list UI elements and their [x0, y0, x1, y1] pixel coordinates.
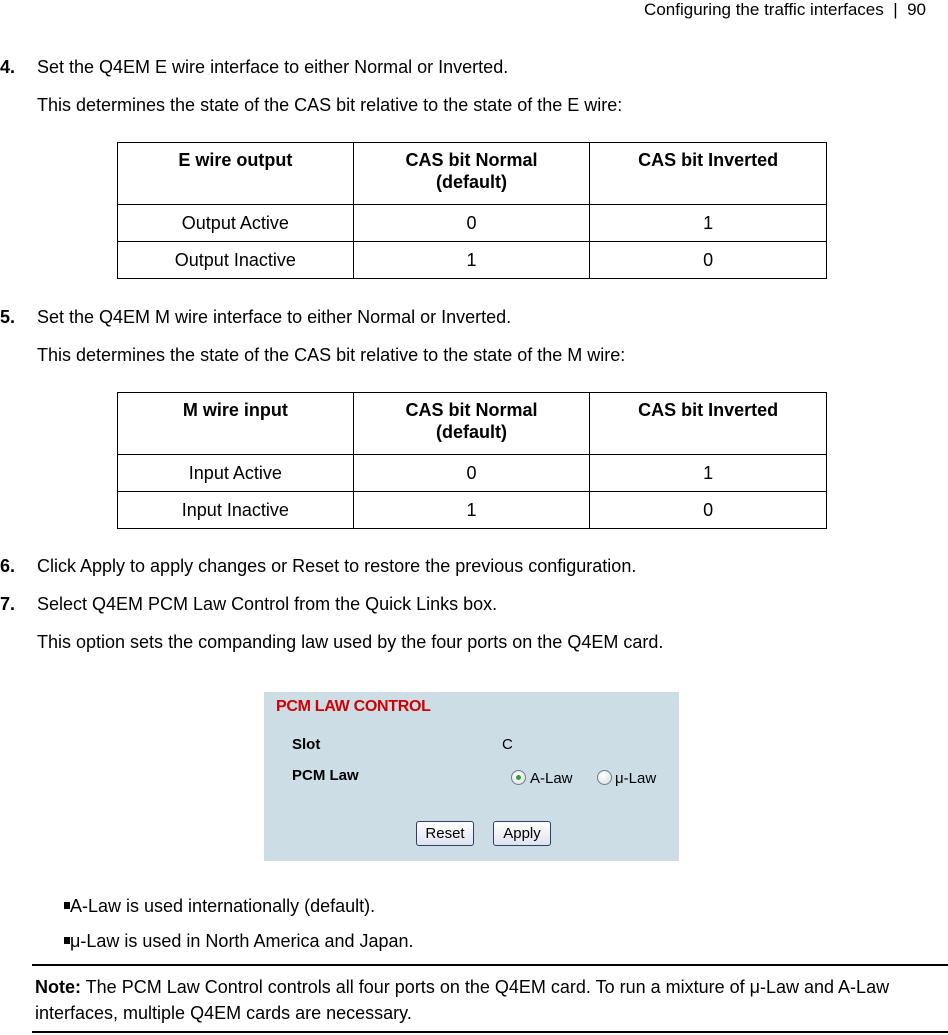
slot-label: Slot: [292, 736, 321, 753]
table-row: Output Active 0 1: [117, 204, 827, 242]
table-header-row: E wire output CAS bit Normal (default) CA…: [117, 142, 827, 205]
a-law-label[interactable]: A-Law: [530, 770, 573, 787]
column-header: E wire output: [117, 142, 354, 205]
m-wire-table: M wire input CAS bit Normal (default) CAS…: [117, 392, 827, 529]
pcm-law-label: PCM Law: [292, 767, 359, 784]
step-number: 4.: [0, 57, 16, 77]
step-subtext: This option sets the companding law used…: [37, 632, 664, 652]
column-header: CAS bit Inverted: [589, 392, 827, 455]
step-subtext: This determines the state of the CAS bit…: [37, 345, 626, 365]
table-row: Input Active 0 1: [117, 454, 827, 492]
apply-button[interactable]: Apply: [493, 821, 551, 846]
slot-value: C: [502, 736, 513, 753]
step-number: 7.: [0, 594, 16, 614]
bullet-text: A-Law is used internationally (default).: [70, 896, 376, 916]
mu-law-radio[interactable]: [597, 770, 612, 785]
table-row: Input Inactive 1 0: [117, 491, 827, 529]
column-header: M wire input: [117, 392, 354, 455]
table-cell: Input Inactive: [117, 491, 354, 529]
step-text: Set the Q4EM M wire interface to either …: [37, 307, 512, 327]
note-block: Note: The PCM Law Control controls all f…: [35, 974, 935, 1026]
e-wire-table: E wire output CAS bit Normal (default) CA…: [117, 142, 827, 279]
table-cell: 0: [352, 454, 591, 492]
table-cell: Input Active: [117, 454, 354, 492]
note-label: Note:: [35, 977, 81, 997]
note-top-rule: [32, 964, 948, 966]
table-cell: 0: [352, 204, 591, 242]
step-number: 6.: [0, 556, 16, 576]
table-cell: 1: [589, 454, 827, 492]
table-cell: 0: [589, 241, 827, 279]
bullet-text: μ-Law is used in North America and Japan…: [70, 931, 414, 951]
step-subtext: This determines the state of the CAS bit…: [37, 95, 623, 115]
table-cell: Output Active: [117, 204, 354, 242]
table-row: Output Inactive 1 0: [117, 241, 827, 279]
mu-law-label[interactable]: μ-Law: [615, 770, 656, 787]
table-cell: 1: [352, 491, 591, 529]
column-header: CAS bit Inverted: [589, 142, 827, 205]
header-separator: |: [893, 0, 898, 19]
column-header: CAS bit Normal (default): [352, 142, 591, 205]
table-header-row: M wire input CAS bit Normal (default) CAS…: [117, 392, 827, 455]
column-header: CAS bit Normal (default): [352, 392, 591, 455]
note-bottom-rule: [32, 1031, 948, 1033]
table-cell: Output Inactive: [117, 241, 354, 279]
table-cell: 1: [589, 204, 827, 242]
table-cell: 1: [352, 241, 591, 279]
step-text: Set the Q4EM E wire interface to either …: [37, 57, 509, 77]
note-text: The PCM Law Control controls all four po…: [35, 977, 890, 1023]
pcm-law-control-panel: PCM LAW CONTROL Slot C PCM Law A-Law μ-L…: [264, 692, 679, 861]
step-text: Click Apply to apply changes or Reset to…: [37, 556, 637, 576]
table-cell: 0: [589, 491, 827, 529]
page-header: Configuring the traffic interfaces | 90: [644, 0, 926, 20]
panel-title: PCM LAW CONTROL: [276, 698, 431, 715]
step-number: 5.: [0, 307, 16, 327]
a-law-radio[interactable]: [511, 770, 526, 785]
reset-button[interactable]: Reset: [416, 821, 474, 846]
step-text: Select Q4EM PCM Law Control from the Qui…: [37, 594, 498, 614]
header-section: Configuring the traffic interfaces: [644, 0, 884, 19]
page-number: 90: [907, 0, 926, 19]
